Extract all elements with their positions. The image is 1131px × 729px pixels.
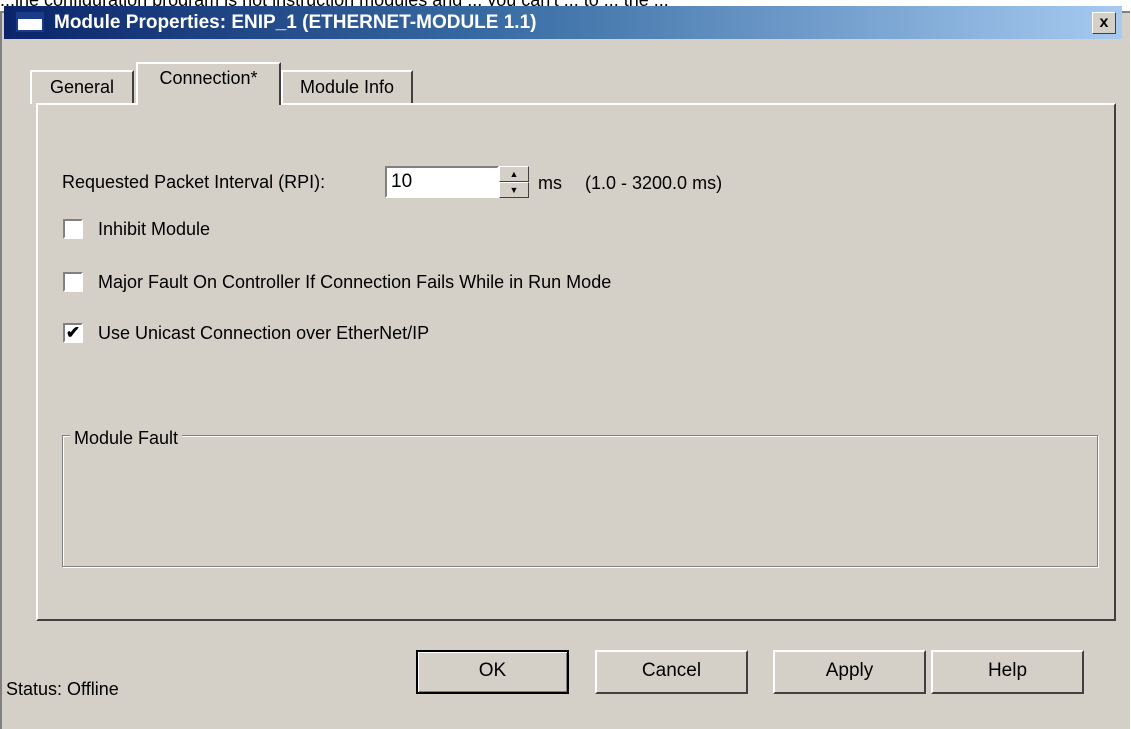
cancel-button[interactable]: Cancel	[595, 650, 748, 694]
tab-connection[interactable]: Connection*	[136, 62, 281, 105]
title-bar[interactable]: Module Properties: ENIP_1 (ETHERNET-MODU…	[4, 6, 1122, 39]
tab-general[interactable]: General	[30, 70, 134, 104]
tab-module-info[interactable]: Module Info	[281, 70, 413, 104]
spin-down-icon[interactable]: ▼	[499, 182, 529, 198]
rpi-spinner[interactable]: ▲ ▼	[499, 166, 529, 198]
status-text: Status: Offline	[6, 679, 119, 699]
module-fault-legend: Module Fault	[70, 427, 183, 449]
window-title: Module Properties: ENIP_1 (ETHERNET-MODU…	[54, 12, 537, 33]
inhibit-module-checkbox[interactable]	[63, 219, 83, 239]
major-fault-checkbox[interactable]	[63, 272, 83, 292]
module-fault-groupbox	[62, 435, 1098, 567]
unicast-connection-checkbox[interactable]: ✔	[63, 323, 83, 343]
ok-button[interactable]: OK	[416, 650, 569, 694]
close-button[interactable]: x	[1092, 12, 1116, 34]
help-button[interactable]: Help	[931, 650, 1084, 694]
spin-up-icon[interactable]: ▲	[499, 166, 529, 182]
rpi-input[interactable]	[385, 166, 499, 198]
window-icon	[16, 12, 44, 32]
apply-button[interactable]: Apply	[773, 650, 926, 694]
